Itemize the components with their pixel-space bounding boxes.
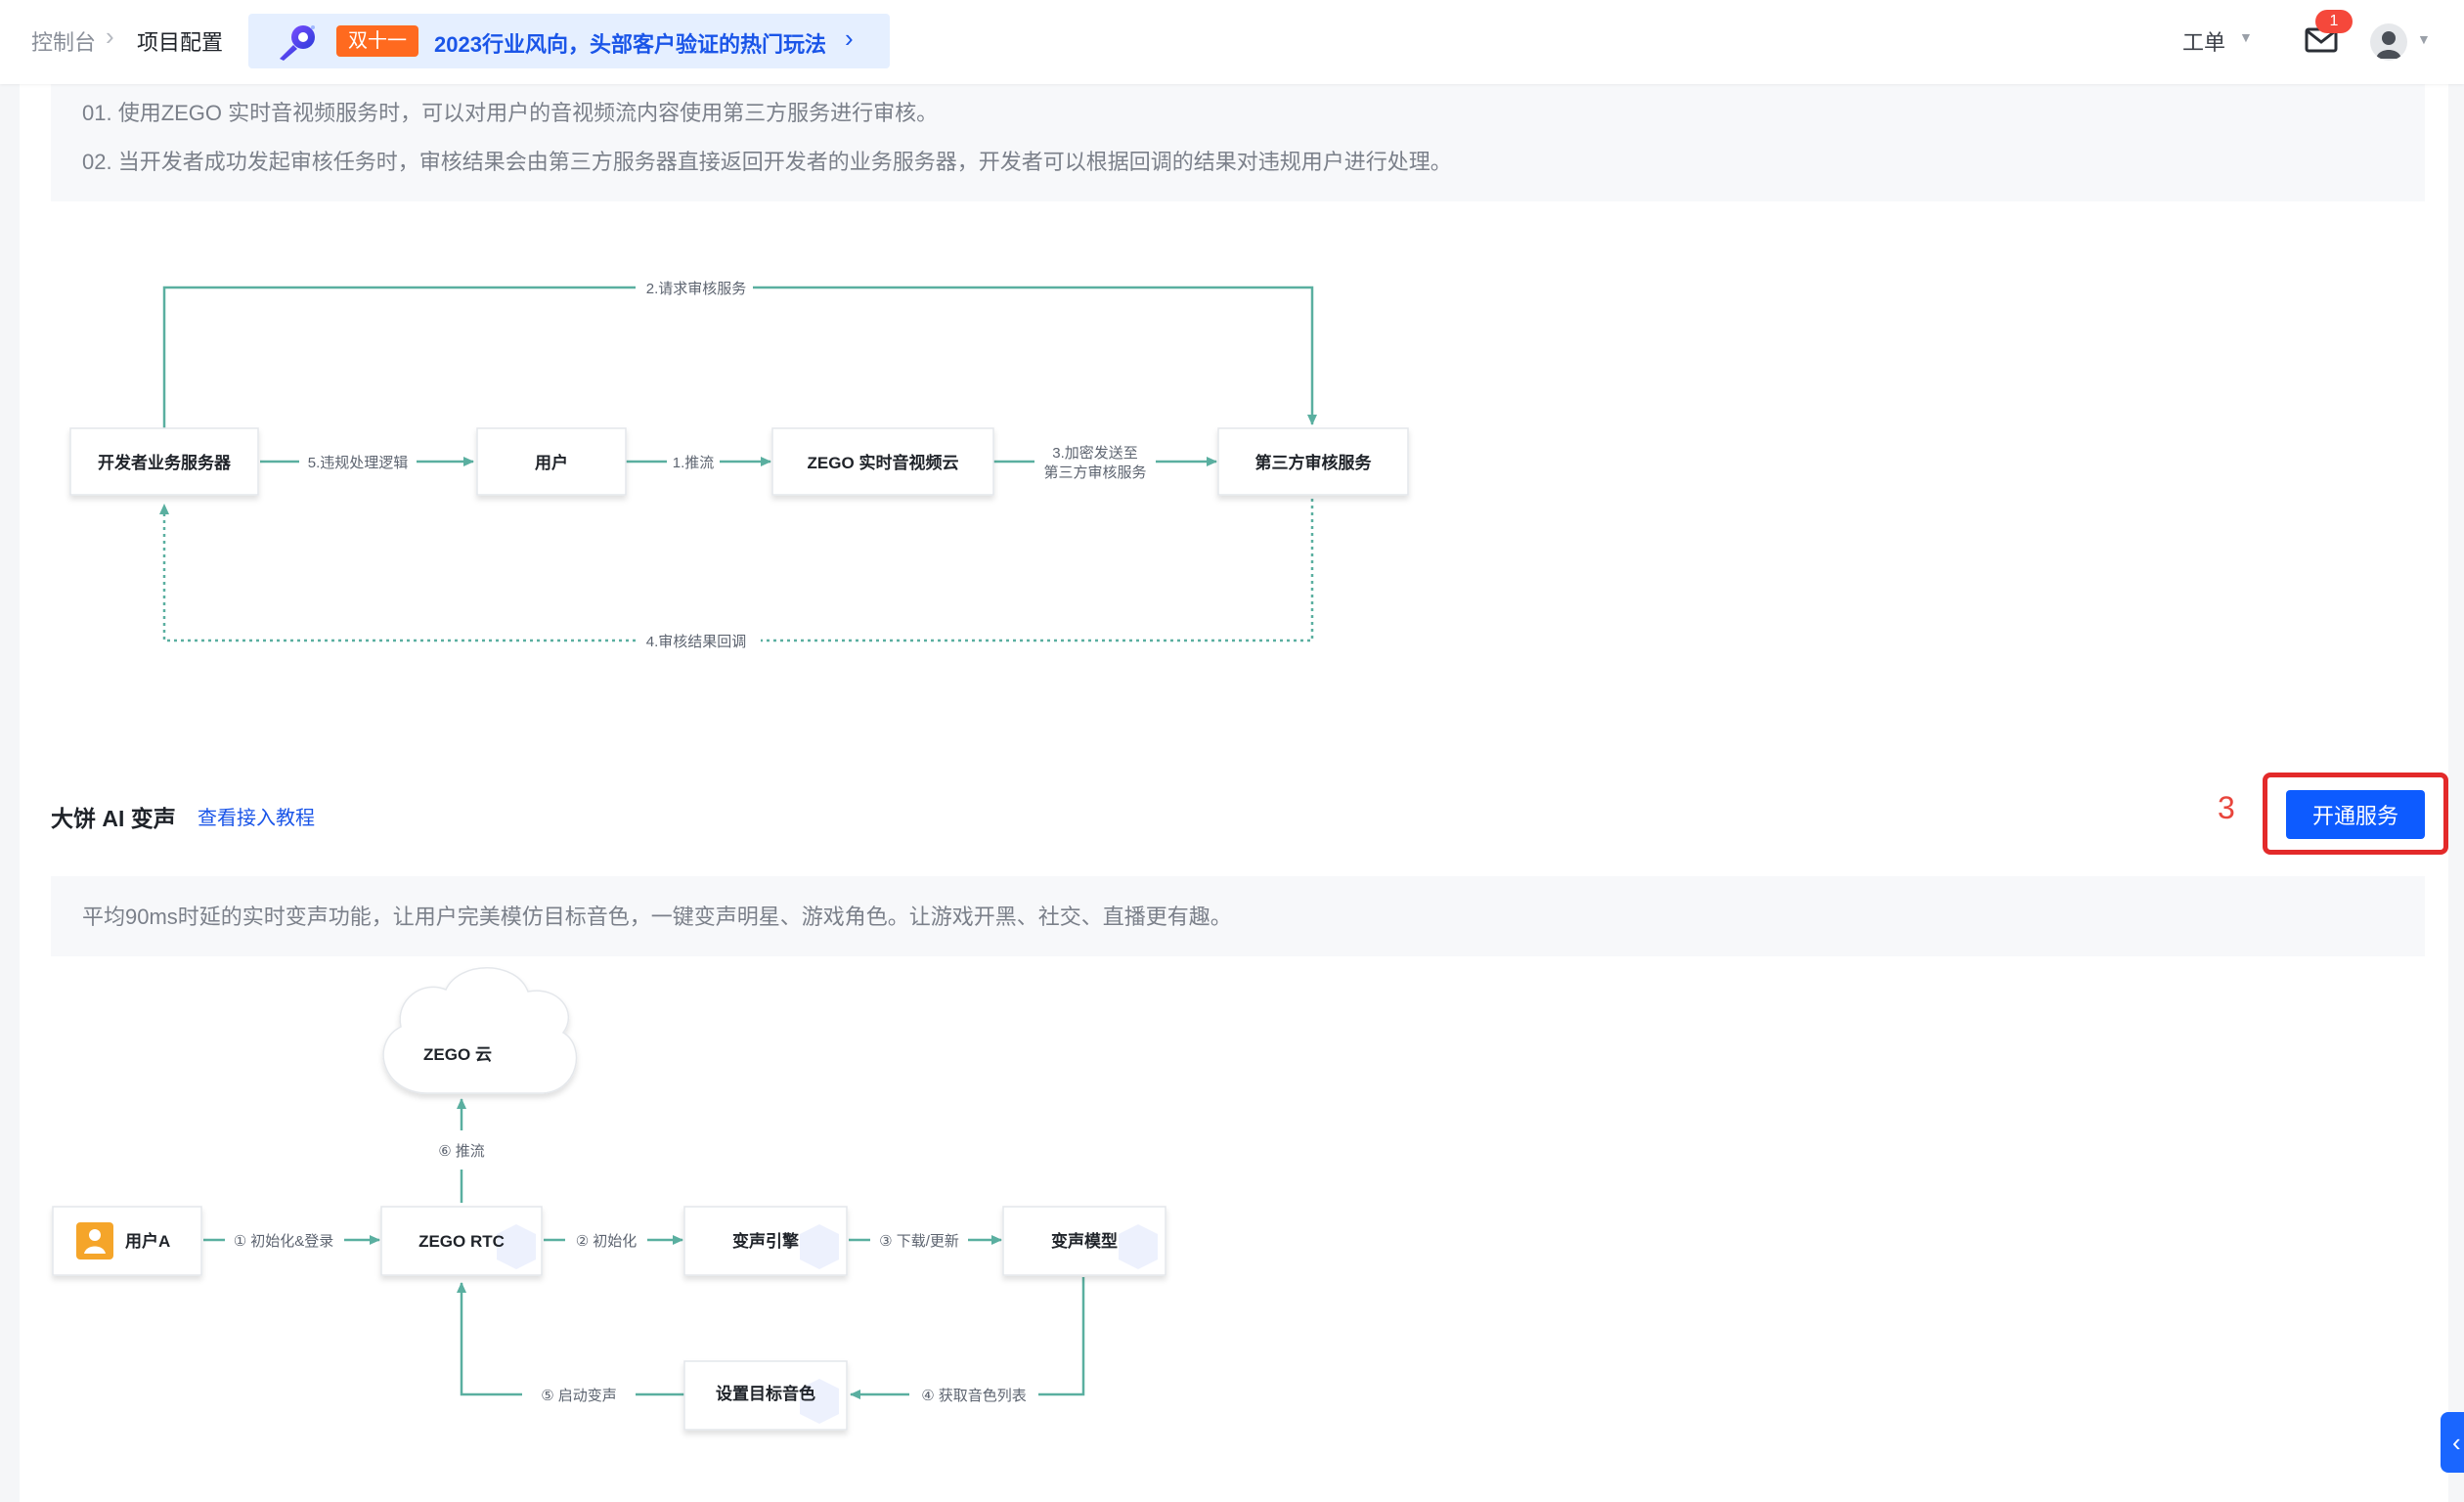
step-number: 3 bbox=[2218, 790, 2235, 825]
edge-callback-line-a bbox=[761, 499, 1314, 642]
promo-tag: 双十一 bbox=[336, 25, 418, 57]
edge-label-encrypt-1: 3.加密发送至 bbox=[1052, 445, 1138, 462]
top-header: 控制台 › 项目配置 双十一 2023行业风向，头部客户验证的热门玩法 › 工单… bbox=[0, 0, 2464, 84]
rocket-icon bbox=[280, 25, 315, 61]
edge-label-violation: 5.违规处理逻辑 bbox=[308, 455, 409, 471]
edge-label-start: ⑤ 启动变声 bbox=[541, 1387, 617, 1404]
ticket-menu[interactable]: 工单 bbox=[2182, 25, 2225, 57]
breadcrumb-project-config: 项目配置 bbox=[137, 30, 224, 55]
edge-request-line-b bbox=[753, 286, 1317, 425]
edge-label-encrypt-2: 第三方审核服务 bbox=[1043, 464, 1146, 481]
section-title-voice-change: 大饼 AI 变声 bbox=[51, 806, 176, 831]
node-label-zego-rtc-cloud: ZEGO 实时音视频云 bbox=[808, 453, 959, 472]
chevron-right-icon: › bbox=[845, 23, 854, 53]
voice-change-diagram: ZEGO 云 ⑥ 推流 ① 初始化&登录 ② 初始化 ③ 下载/更新 ④ 获取音… bbox=[52, 967, 1166, 1431]
edge-request-line-a bbox=[162, 286, 636, 430]
breadcrumb-console[interactable]: 控制台 bbox=[31, 25, 96, 57]
mail-badge: 1 bbox=[2315, 10, 2353, 33]
node-label-voice-engine: 变声引擎 bbox=[732, 1231, 800, 1251]
voice-change-desc-text: 平均90ms时延的实时变声功能，让用户完美模仿目标音色，一键变声明星、游戏角色。… bbox=[82, 905, 1232, 929]
voice-change-description: 平均90ms时延的实时变声功能，让用户完美模仿目标音色，一键变声明星、游戏角色。… bbox=[51, 876, 2425, 956]
node-label-dev-server: 开发者业务服务器 bbox=[98, 453, 232, 472]
edge-callback-line-b bbox=[159, 504, 636, 642]
edge-label-request: 2.请求审核服务 bbox=[646, 281, 747, 297]
promo-banner[interactable]: 双十一 2023行业风向，头部客户验证的热门玩法 › bbox=[248, 14, 890, 68]
node-label-user-a: 用户A bbox=[125, 1231, 170, 1251]
chevron-left-icon: ‹ bbox=[2452, 1428, 2461, 1457]
caret-down-icon: ▼ bbox=[2417, 31, 2431, 47]
user-avatar-icon bbox=[2376, 31, 2401, 59]
cloud-label: ZEGO 云 bbox=[423, 1045, 492, 1064]
edge-label-download: ③ 下载/更新 bbox=[879, 1233, 959, 1250]
cloud-node bbox=[382, 967, 578, 1094]
moderation-diagram: 2.请求审核服务 4.审核结果回调 5.违规处理逻辑 1.推流 3.加密发送至 … bbox=[69, 281, 1409, 650]
tutorial-link[interactable]: 查看接入教程 bbox=[198, 802, 315, 830]
breadcrumb-separator: › bbox=[106, 22, 114, 51]
node-label-set-target-voice: 设置目标音色 bbox=[716, 1384, 815, 1403]
flow-diagrams: 2.请求审核服务 4.审核结果回调 5.违规处理逻辑 1.推流 3.加密发送至 … bbox=[52, 281, 1409, 1431]
edge-label-callback: 4.审核结果回调 bbox=[646, 634, 747, 650]
edge-get-list-a bbox=[1038, 1277, 1085, 1396]
node-label-voice-model: 变声模型 bbox=[1051, 1231, 1118, 1251]
node-label-zego-rtc: ZEGO RTC bbox=[418, 1232, 505, 1251]
edge-label-vc-push: ⑥ 推流 bbox=[438, 1143, 485, 1160]
user-icon bbox=[76, 1222, 113, 1259]
node-label-third-party-review: 第三方审核服务 bbox=[1255, 453, 1373, 472]
edge-label-get-list: ④ 获取音色列表 bbox=[921, 1388, 1027, 1404]
promo-text: 2023行业风向，头部客户验证的热门玩法 bbox=[434, 32, 826, 57]
open-service-button[interactable]: 开通服务 bbox=[2286, 790, 2425, 839]
edge-label-init-login: ① 初始化&登录 bbox=[234, 1233, 334, 1250]
edge-start-b bbox=[457, 1282, 522, 1396]
node-label-user: 用户 bbox=[535, 453, 568, 472]
edge-label-push: 1.推流 bbox=[673, 455, 715, 471]
caret-down-icon: ▼ bbox=[2239, 29, 2253, 45]
side-panel-toggle[interactable]: ‹ bbox=[2441, 1412, 2464, 1473]
edge-label-init: ② 初始化 bbox=[576, 1233, 638, 1250]
avatar[interactable] bbox=[2370, 23, 2407, 61]
